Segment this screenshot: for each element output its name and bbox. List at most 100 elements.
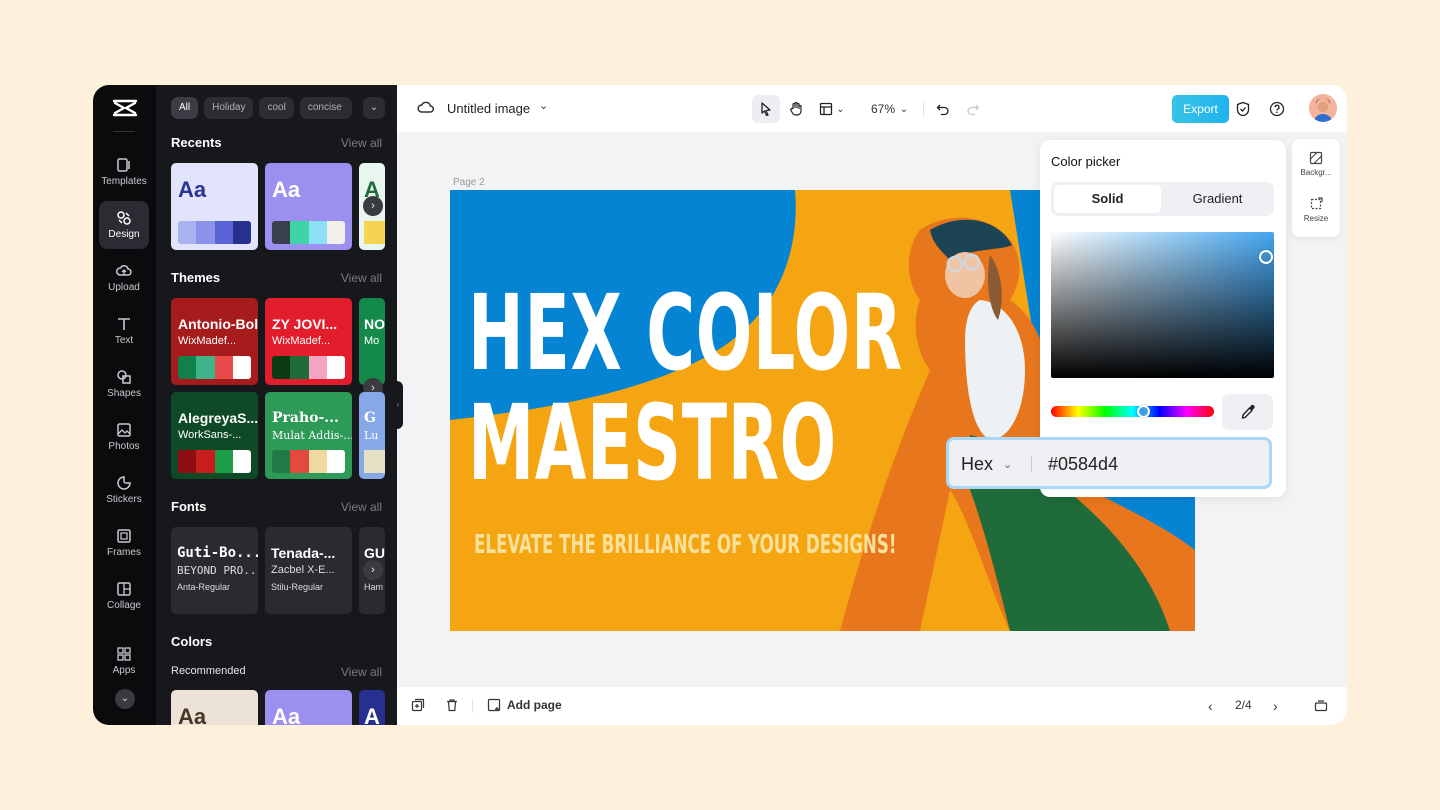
eyedropper-button[interactable] xyxy=(1222,394,1273,430)
fonts-title: Fonts xyxy=(171,499,207,514)
hand-tool-button[interactable] xyxy=(782,95,810,123)
color-card[interactable]: A xyxy=(359,690,385,725)
apps-icon xyxy=(117,647,131,661)
recent-card[interactable]: Aa xyxy=(265,163,352,250)
rail-item-stickers[interactable]: Stickers xyxy=(99,466,149,514)
duplicate-icon xyxy=(411,698,425,712)
document-title[interactable]: Untitled image xyxy=(447,101,530,116)
prev-page-chevron-icon[interactable]: ‹ xyxy=(1208,698,1213,714)
add-page-button[interactable]: Add page xyxy=(487,698,562,712)
saturation-value-handle[interactable] xyxy=(1259,250,1273,264)
chip-all[interactable]: All xyxy=(171,97,199,119)
themes-title: Themes xyxy=(171,270,221,285)
color-card[interactable]: Aa xyxy=(265,690,352,725)
theme-card[interactable]: AlegreyaS... WorkSans-... xyxy=(171,392,258,479)
redo-icon xyxy=(967,104,980,116)
resize-tool-button[interactable]: Resize xyxy=(1292,197,1340,223)
select-tool-button[interactable] xyxy=(752,95,780,123)
add-page-icon xyxy=(487,698,501,712)
card-aa: Aa xyxy=(272,704,301,725)
rail-divider xyxy=(113,131,135,132)
headline[interactable]: HEX COLOR MAESTRO xyxy=(468,278,903,498)
rail-item-upload[interactable]: Upload xyxy=(99,254,149,302)
chevron-down-icon[interactable]: ⌄ xyxy=(115,689,135,709)
rail-item-apps[interactable]: Apps xyxy=(99,637,149,685)
layout-tool-button[interactable]: ⌄ xyxy=(815,95,849,123)
fonts-next-chevron-icon[interactable]: › xyxy=(363,560,383,580)
color-mode-select[interactable]: Hex xyxy=(961,454,993,475)
rail-item-frames[interactable]: Frames xyxy=(99,519,149,567)
stickers-icon xyxy=(117,476,131,490)
left-rail: Templates Design Upload Text Shapes Phot… xyxy=(93,85,156,725)
chip-cool[interactable]: cool xyxy=(259,97,294,119)
themes-view-all-link[interactable]: View all xyxy=(341,271,382,285)
tab-gradient[interactable]: Gradient xyxy=(1164,185,1271,213)
color-card[interactable]: Aa xyxy=(171,690,258,725)
shield-button[interactable] xyxy=(1233,95,1253,123)
zoom-level: 67% xyxy=(870,102,896,116)
chip-holiday[interactable]: Holiday xyxy=(204,97,254,119)
recents-next-chevron-icon[interactable]: › xyxy=(363,196,383,216)
chevron-down-icon[interactable]: ⌄ xyxy=(539,99,548,112)
font-card[interactable]: Guti-Bo... BEYOND PRO... Anta-Regular xyxy=(171,527,258,614)
theme-card[interactable]: ZY JOVI... WixMadef... xyxy=(265,298,352,385)
chips-more-chevron-icon[interactable]: ⌄ xyxy=(363,97,385,119)
recent-card[interactable]: Aa xyxy=(171,163,258,250)
tagline[interactable]: ELEVATE THE BRILLIANCE OF YOUR DESIGNS! xyxy=(474,530,896,560)
theme-font-b: WorkSans-... xyxy=(178,429,242,441)
font-name-b: BEYOND PRO... xyxy=(177,564,258,577)
next-page-chevron-icon[interactable]: › xyxy=(1273,698,1278,714)
saturation-value-area[interactable] xyxy=(1051,232,1274,378)
rail-item-photos[interactable]: Photos xyxy=(99,413,149,461)
headline-line-1: HEX COLOR xyxy=(468,272,903,394)
font-card[interactable]: Tenada-... Zacbel X-E... Stilu-Regular xyxy=(265,527,352,614)
cloud-sync-icon[interactable] xyxy=(417,99,435,120)
frames-icon xyxy=(117,529,131,543)
page-counter: 2/4 xyxy=(1235,698,1252,712)
capcut-logo-icon[interactable] xyxy=(112,97,138,121)
editor-window: Templates Design Upload Text Shapes Phot… xyxy=(93,85,1347,725)
rail-item-collage[interactable]: Collage xyxy=(99,572,149,620)
hue-slider[interactable] xyxy=(1051,406,1214,417)
theme-font-a: NO xyxy=(364,316,385,332)
theme-card[interactable]: G Lu xyxy=(359,392,385,479)
help-button[interactable] xyxy=(1267,95,1287,123)
rail-label: Photos xyxy=(108,441,140,452)
rail-label: Upload xyxy=(108,282,140,293)
rail-item-shapes[interactable]: Shapes xyxy=(99,360,149,408)
avatar[interactable] xyxy=(1309,94,1337,122)
eyedropper-icon xyxy=(1241,404,1255,419)
hex-value-input[interactable]: #0584d4 xyxy=(1048,454,1118,475)
background-icon xyxy=(1309,151,1323,165)
font-name-a: Tenada-... xyxy=(271,545,336,561)
chip-concise[interactable]: concise xyxy=(299,97,352,119)
hue-slider-handle[interactable] xyxy=(1137,405,1150,418)
rail-item-text[interactable]: Text xyxy=(99,307,149,355)
layout-icon xyxy=(820,102,833,116)
redo-button[interactable] xyxy=(963,95,983,123)
duplicate-page-button[interactable] xyxy=(411,698,425,715)
background-tool-button[interactable]: Backgr... xyxy=(1292,151,1340,177)
panel-collapse-handle[interactable]: ‹ xyxy=(393,381,403,429)
undo-button[interactable] xyxy=(933,95,953,123)
theme-card[interactable]: NO Mo xyxy=(359,298,385,385)
fonts-view-all-link[interactable]: View all xyxy=(341,500,382,514)
theme-card[interactable]: Antonio-Bold WixMadef... xyxy=(171,298,258,385)
colors-title: Colors xyxy=(171,634,213,649)
rail-item-templates[interactable]: Templates xyxy=(99,148,149,196)
colors-recommended-label: Recommended xyxy=(171,665,246,677)
palette-swatches xyxy=(178,221,251,244)
palette-swatches xyxy=(364,221,385,244)
page-manager-button[interactable] xyxy=(1314,698,1328,715)
tab-solid[interactable]: Solid xyxy=(1054,185,1161,213)
rail-item-design[interactable]: Design xyxy=(99,201,149,249)
export-button[interactable]: Export xyxy=(1172,95,1229,123)
recents-view-all-link[interactable]: View all xyxy=(341,136,382,150)
colors-view-all-link[interactable]: View all xyxy=(341,665,382,679)
theme-font-b: Mulat Addis-... xyxy=(272,429,352,442)
chevron-down-icon[interactable]: ⌄ xyxy=(1003,458,1012,471)
add-page-label: Add page xyxy=(507,698,562,712)
theme-card[interactable]: Praho-... Mulat Addis-... xyxy=(265,392,352,479)
delete-page-button[interactable] xyxy=(445,698,459,715)
chevron-down-icon[interactable]: ⌄ xyxy=(897,95,911,123)
